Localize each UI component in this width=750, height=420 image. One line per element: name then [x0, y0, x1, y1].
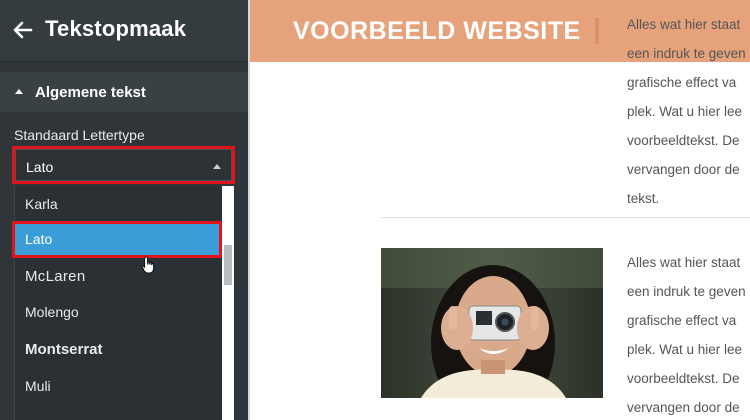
- arrow-left-icon[interactable]: [12, 19, 34, 41]
- text-line: een indruk te geven: [627, 46, 746, 61]
- text-line: vervangen door de: [627, 400, 740, 415]
- dropdown-scrollbar-thumb[interactable]: [224, 245, 232, 285]
- text-line: voorbeeldtekst. De: [627, 133, 740, 148]
- font-field-label: Standaard Lettertype: [14, 127, 145, 143]
- dropdown-option-montserrat[interactable]: Montserrat: [15, 331, 223, 368]
- caret-up-icon: [15, 89, 23, 94]
- website-preview: VOORBEELD WEBSITE Alles wat hier staat e…: [248, 0, 750, 420]
- section-header-general-text[interactable]: Algemene tekst: [0, 72, 248, 112]
- dropdown-option-muli[interactable]: Muli: [15, 368, 223, 405]
- font-select-value: Lato: [26, 159, 54, 175]
- text-line: plek. Wat u hier lee: [627, 104, 743, 119]
- text-line: grafische effect va: [627, 313, 737, 328]
- dropdown-option-karla[interactable]: Karla: [15, 186, 223, 223]
- text-line: vervangen door de: [627, 162, 740, 177]
- text-line: voorbeeldtekst. De: [627, 371, 740, 386]
- font-dropdown-list: Karla Lato McLaren Molengo Montserrat Mu…: [14, 186, 234, 420]
- dropdown-option-molengo[interactable]: Molengo: [15, 294, 223, 331]
- dropdown-scrollbar[interactable]: [222, 186, 234, 420]
- preview-text-block-bottom: Alles wat hier staat een indruk te geven…: [627, 248, 750, 420]
- font-select-inner: Lato: [15, 149, 232, 181]
- sidebar-title: Tekstopmaak: [45, 16, 187, 41]
- text-line: plek. Wat u hier lee: [627, 342, 743, 357]
- banner-title: VOORBEELD WEBSITE: [293, 17, 581, 45]
- preview-text-block-top: Alles wat hier staat een indruk te geven…: [627, 10, 750, 210]
- photo-illustration: [381, 248, 603, 398]
- dropdown-option-lato[interactable]: Lato: [15, 221, 223, 258]
- section-label: Algemene tekst: [35, 84, 146, 101]
- text-line: een indruk te geven: [627, 284, 746, 299]
- sidebar-header: Tekstopmaak: [0, 0, 248, 62]
- preview-photo: [381, 248, 603, 398]
- content-divider: [381, 217, 750, 218]
- text-line: Alles wat hier staat: [627, 255, 741, 270]
- banner-divider: [595, 18, 599, 44]
- hand-cursor-icon: [142, 256, 155, 274]
- text-line: tekst.: [627, 191, 660, 206]
- caret-up-icon: [213, 164, 221, 169]
- text-line: Alles wat hier staat: [627, 17, 741, 32]
- font-select[interactable]: Lato: [12, 146, 235, 184]
- text-line: grafische effect va: [627, 75, 737, 90]
- dropdown-option-mclaren[interactable]: McLaren: [15, 258, 223, 295]
- settings-sidebar: Tekstopmaak Algemene tekst Standaard Let…: [0, 0, 248, 420]
